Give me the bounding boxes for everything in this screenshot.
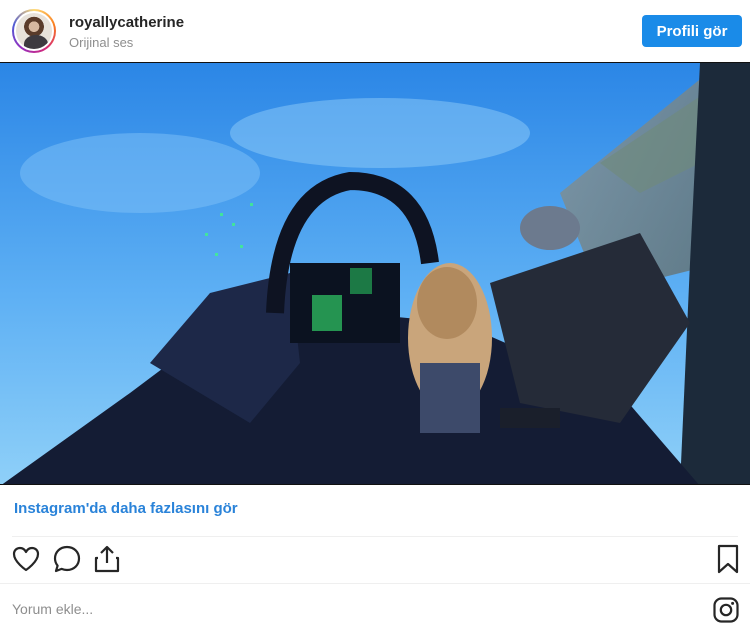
instagram-icon[interactable]: [712, 596, 740, 624]
action-bar: [0, 543, 750, 579]
comment-icon[interactable]: [51, 543, 83, 575]
user-block: royallycatherine Orijinal ses: [69, 14, 184, 52]
divider: [0, 583, 750, 584]
media-illustration: [0, 63, 750, 484]
divider: [12, 536, 738, 537]
avatar-image: [14, 11, 54, 51]
username[interactable]: royallycatherine: [69, 14, 184, 32]
audio-subtitle[interactable]: Orijinal ses: [69, 34, 184, 52]
post-media[interactable]: [0, 62, 750, 485]
view-profile-button[interactable]: Profili gör: [642, 15, 742, 47]
post-header: royallycatherine Orijinal ses Profili gö…: [0, 0, 750, 62]
avatar[interactable]: [12, 9, 56, 53]
see-more-link[interactable]: Instagram'da daha fazlasını gör: [14, 500, 238, 517]
heart-icon[interactable]: [10, 543, 42, 575]
share-icon[interactable]: [91, 543, 123, 575]
bookmark-icon[interactable]: [712, 543, 744, 575]
comment-input[interactable]: [12, 596, 672, 622]
comment-row: [0, 588, 750, 632]
